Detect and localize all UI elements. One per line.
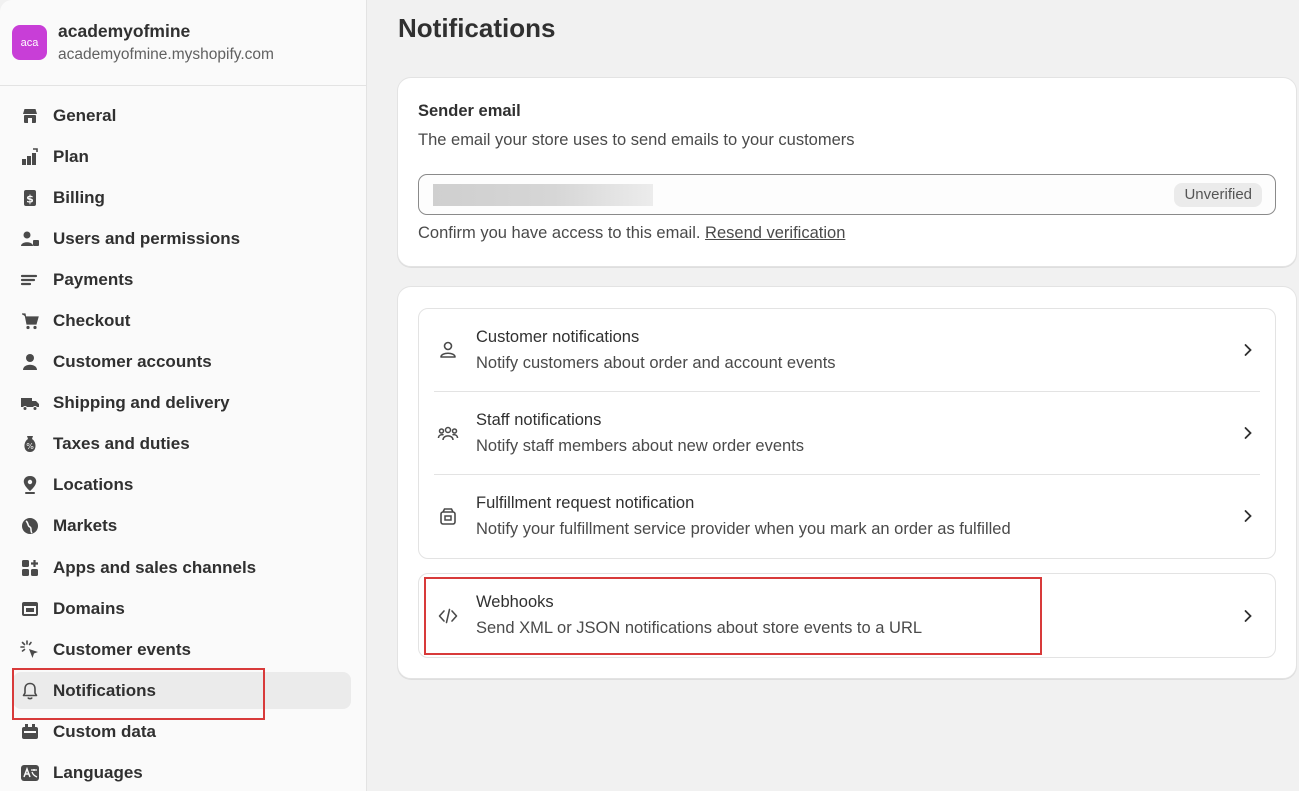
sidebar-item-customer-events[interactable]: Customer events xyxy=(13,631,351,668)
sidebar-item-label: Taxes and duties xyxy=(53,434,190,454)
sidebar-item-taxes[interactable]: % Taxes and duties xyxy=(13,426,351,463)
staff-notifications-row[interactable]: Staff notifications Notify staff members… xyxy=(419,392,1275,475)
language-icon xyxy=(19,762,41,784)
row-description: Notify your fulfillment service provider… xyxy=(476,520,1011,538)
confirm-access-text: Confirm you have access to this email. R… xyxy=(418,224,845,243)
svg-text:$: $ xyxy=(26,192,34,205)
status-badge: Unverified xyxy=(1174,183,1262,207)
payments-icon xyxy=(19,269,41,291)
redacted-email-value xyxy=(433,184,653,206)
sidebar-item-label: Plan xyxy=(53,146,89,166)
sender-email-card: Sender email The email your store uses t… xyxy=(397,77,1297,267)
store-name: academyofmine xyxy=(58,20,191,41)
highlight-box-webhooks xyxy=(424,577,1042,655)
sender-email-field[interactable]: Unverified xyxy=(418,174,1276,215)
resend-verification-link[interactable]: Resend verification xyxy=(705,224,845,242)
chevron-right-icon xyxy=(1241,609,1255,623)
store-header[interactable]: aca academyofmine academyofmine.myshopif… xyxy=(0,0,366,86)
sidebar-item-payments[interactable]: Payments xyxy=(13,261,351,298)
sidebar-item-label: Customer accounts xyxy=(53,352,212,372)
apps-icon xyxy=(19,557,41,579)
notification-types-group: Customer notifications Notify customers … xyxy=(418,308,1276,559)
sidebar-item-languages[interactable]: Languages xyxy=(13,755,351,791)
sidebar-item-label: Checkout xyxy=(53,310,131,330)
sidebar-item-label: Payments xyxy=(53,269,134,289)
sidebar-item-locations[interactable]: Locations xyxy=(13,467,351,504)
truck-icon xyxy=(19,392,41,414)
domains-icon xyxy=(19,598,41,620)
confirm-text: Confirm you have access to this email. xyxy=(418,224,701,242)
custom-data-icon xyxy=(19,721,41,743)
row-title: Staff notifications xyxy=(476,411,602,429)
tax-icon: % xyxy=(19,433,41,455)
highlight-box-notifications xyxy=(12,668,265,720)
sender-email-title: Sender email xyxy=(418,102,521,120)
sidebar-item-label: Billing xyxy=(53,187,105,207)
location-icon xyxy=(19,474,41,496)
store-icon xyxy=(19,105,41,127)
billing-icon: $ xyxy=(19,187,41,209)
plan-icon xyxy=(19,146,41,168)
fulfillment-request-row[interactable]: Fulfillment request notification Notify … xyxy=(419,475,1275,558)
staff-icon xyxy=(437,423,459,445)
sender-email-description: The email your store uses to send emails… xyxy=(418,131,855,149)
sidebar-item-label: Users and permissions xyxy=(53,228,241,248)
sidebar-item-label: Domains xyxy=(53,598,125,618)
row-title: Fulfillment request notification xyxy=(476,494,695,512)
sidebar-item-checkout[interactable]: Checkout xyxy=(13,302,351,339)
store-info: academyofmine academyofmine.myshopify.co… xyxy=(58,20,274,66)
page-title: Notifications xyxy=(398,13,556,43)
sidebar-item-users[interactable]: Users and permissions xyxy=(13,220,351,257)
chevron-right-icon xyxy=(1241,343,1255,357)
sidebar-item-label: Shipping and delivery xyxy=(53,393,230,413)
sidebar-item-label: Apps and sales channels xyxy=(53,557,257,577)
globe-icon xyxy=(19,515,41,537)
sidebar-item-label: General xyxy=(53,105,117,125)
sidebar-item-label: Customer events xyxy=(53,639,191,659)
sidebar-item-label: Markets xyxy=(53,516,118,536)
cursor-click-icon xyxy=(19,639,41,661)
sidebar-item-apps[interactable]: Apps and sales channels xyxy=(13,549,351,586)
sidebar-item-domains[interactable]: Domains xyxy=(13,590,351,627)
sidebar-item-label: Locations xyxy=(53,475,134,495)
chevron-right-icon xyxy=(1241,509,1255,523)
sidebar-item-billing[interactable]: $ Billing xyxy=(13,179,351,216)
store-url: academyofmine.myshopify.com xyxy=(58,45,274,63)
fulfillment-icon xyxy=(437,506,459,528)
sidebar-item-general[interactable]: General xyxy=(13,97,351,134)
store-avatar: aca xyxy=(12,25,47,60)
sidebar-item-label: Custom data xyxy=(53,721,156,741)
person-icon xyxy=(19,351,41,373)
chevron-right-icon xyxy=(1241,426,1255,440)
row-title: Customer notifications xyxy=(476,328,640,346)
row-description: Notify staff members about new order eve… xyxy=(476,437,805,455)
sidebar-item-customer-accounts[interactable]: Customer accounts xyxy=(13,344,351,381)
svg-text:%: % xyxy=(26,442,34,451)
sidebar-item-plan[interactable]: Plan xyxy=(13,138,351,175)
customer-notifications-row[interactable]: Customer notifications Notify customers … xyxy=(419,309,1275,392)
cart-icon xyxy=(19,310,41,332)
sidebar-item-markets[interactable]: Markets xyxy=(13,508,351,545)
person-outline-icon xyxy=(437,339,459,361)
row-description: Notify customers about order and account… xyxy=(476,354,836,372)
sidebar-item-label: Languages xyxy=(53,763,143,782)
sidebar-item-shipping[interactable]: Shipping and delivery xyxy=(13,385,351,422)
users-icon xyxy=(19,228,41,250)
